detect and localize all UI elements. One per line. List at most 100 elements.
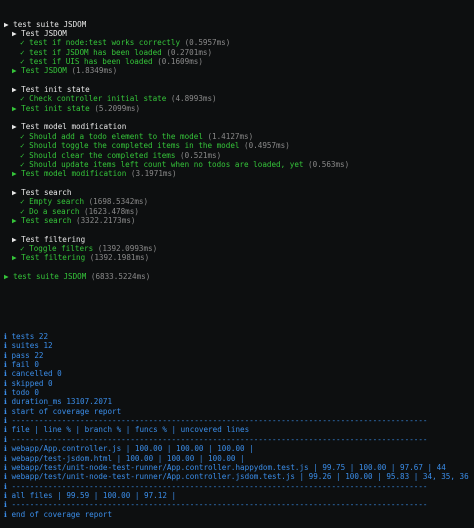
check-icon: ✓ xyxy=(20,141,25,151)
triangle-icon: ▶ xyxy=(12,29,17,39)
duration: (0.4957ms) xyxy=(244,141,290,151)
triangle-icon: ▶ xyxy=(4,19,9,29)
duration: (3.1971ms) xyxy=(130,169,177,179)
check-icon: ✓ xyxy=(20,206,25,216)
duration: (3322.2173ms) xyxy=(76,215,136,225)
suite-line: ▶ Test JSDOM (1.8349ms) xyxy=(4,66,474,75)
test-pass-line: ✓ Check controller initial state (4.8993… xyxy=(4,94,474,103)
test-name: Test search xyxy=(21,187,72,197)
duration: (6833.5224ms) xyxy=(90,271,151,281)
triangle-icon: ▶ xyxy=(12,253,17,263)
summary-line: ℹ webapp/test/unit-node-test-runner/App.… xyxy=(4,472,469,482)
test-name: Do a search xyxy=(29,206,80,216)
test-name: test if JSDOM has been loaded xyxy=(29,47,162,57)
triangle-icon: ▶ xyxy=(12,85,17,95)
duration: (0.563ms) xyxy=(308,159,350,169)
triangle-icon: ▶ xyxy=(4,271,9,281)
check-icon: ✓ xyxy=(20,197,25,207)
test-pass-line: ✓ Should clear the completed items (0.52… xyxy=(4,151,474,160)
suite-line: ▶ Test model modification (3.1971ms) xyxy=(4,169,474,178)
test-name: Should add a todo element to the model xyxy=(29,131,203,141)
duration: (0.5957ms) xyxy=(184,38,231,48)
duration: (1.8349ms) xyxy=(71,66,118,76)
summary-line: ℹ webapp/App.controller.js | 100.00 | 10… xyxy=(4,444,254,454)
check-icon: ✓ xyxy=(20,47,25,57)
summary-line: ℹ suites 12 xyxy=(4,341,53,351)
duration: (0.2701ms) xyxy=(166,47,213,57)
test-name: Test model modification xyxy=(21,169,127,179)
test-pass-line: ✓ Do a search (1623.478ms) xyxy=(4,207,474,216)
triangle-icon: ▶ xyxy=(12,122,17,132)
test-output: ▶ test suite JSDOM ▶ Test JSDOM ✓ test if … xyxy=(4,20,474,291)
test-name: Test JSDOM xyxy=(21,29,67,39)
test-pass-line: ✓ Empty search (1698.5342ms) xyxy=(4,197,474,206)
suite-line: ▶ Test init state xyxy=(4,85,474,94)
duration: (1623.478ms) xyxy=(84,206,139,216)
test-name: test if node:test works correctly xyxy=(29,38,181,48)
suite-line: ▶ Test filtering (1392.1981ms) xyxy=(4,253,474,262)
summary-line: ℹ --------------------------------------… xyxy=(4,416,428,426)
test-name: Test init state xyxy=(21,103,90,113)
summary-line: ℹ cancelled 0 xyxy=(4,369,62,379)
suite-line: ▶ test suite JSDOM (6833.5224ms) xyxy=(4,272,474,281)
test-name: Test JSDOM xyxy=(21,66,67,76)
summary-line: ℹ --------------------------------------… xyxy=(4,481,428,491)
suite-line: ▶ test suite JSDOM xyxy=(4,20,474,29)
test-name: Test init state xyxy=(21,85,90,95)
triangle-icon: ▶ xyxy=(12,169,17,179)
summary-line: ℹ skipped 0 xyxy=(4,378,53,388)
summary-line: ℹ webapp/test/unit-node-test-runner/App.… xyxy=(4,462,446,472)
suite-line: ▶ Test JSDOM xyxy=(4,29,474,38)
terminal-output: ▶ test suite JSDOM ▶ Test JSDOM ✓ test if … xyxy=(0,0,474,528)
summary-line: ℹ tests 22 xyxy=(4,332,49,342)
test-name: Should update items left count when no t… xyxy=(29,159,304,169)
test-pass-line: ✓ test if JSDOM has been loaded (0.2701m… xyxy=(4,48,474,57)
test-name: Check controller initial state xyxy=(29,94,167,104)
test-pass-line: ✓ Should toggle the completed items in t… xyxy=(4,141,474,150)
test-name: test suite JSDOM xyxy=(13,19,87,29)
summary-line: ℹ duration_ms 13107.2071 xyxy=(4,397,113,407)
test-name: test if UIS has been loaded xyxy=(29,57,153,67)
summary-line: ℹ file | line % | branch % | funcs % | u… xyxy=(4,425,250,435)
suite-line: ▶ Test init state (5.2099ms) xyxy=(4,104,474,113)
duration: (1392.1981ms) xyxy=(89,253,150,263)
triangle-icon: ▶ xyxy=(12,234,17,244)
test-name: Should clear the completed items xyxy=(29,150,176,160)
test-pass-line: ✓ Should update items left count when no… xyxy=(4,160,474,169)
summary-line: ℹ todo 0 xyxy=(4,388,39,398)
suite-line: ▶ Test filtering xyxy=(4,235,474,244)
coverage-summary: ℹ tests 22 ℹ suites 12 ℹ pass 22 ℹ fail 0ℹ … xyxy=(4,332,474,519)
test-name: Test search xyxy=(21,215,72,225)
test-name: Test filtering xyxy=(21,253,86,263)
triangle-icon: ▶ xyxy=(12,66,17,76)
summary-line: ℹ all files | 99.59 | 100.00 | 97.12 | xyxy=(4,490,177,500)
duration: (1392.0993ms) xyxy=(97,243,158,253)
triangle-icon: ▶ xyxy=(12,187,17,197)
summary-line: ℹ --------------------------------------… xyxy=(4,500,428,510)
duration: (1.4127ms) xyxy=(207,131,254,141)
test-pass-line: ✓ Should add a todo element to the model… xyxy=(4,132,474,141)
check-icon: ✓ xyxy=(20,150,25,160)
duration: (0.521ms) xyxy=(180,150,222,160)
check-icon: ✓ xyxy=(20,159,25,169)
duration: (1698.5342ms) xyxy=(88,197,149,207)
test-name: Test model modification xyxy=(21,122,127,132)
triangle-icon: ▶ xyxy=(12,215,17,225)
check-icon: ✓ xyxy=(20,94,25,104)
suite-line: ▶ Test model modification xyxy=(4,122,474,131)
duration: (0.1609ms) xyxy=(157,57,203,67)
test-pass-line: ✓ test if node:test works correctly (0.5… xyxy=(4,38,474,47)
check-icon: ✓ xyxy=(20,57,25,67)
test-name: Test filtering xyxy=(21,234,86,244)
summary-line: ℹ --------------------------------------… xyxy=(4,434,428,444)
triangle-icon: ▶ xyxy=(12,103,17,113)
test-pass-line: ✓ Toggle filters (1392.0993ms) xyxy=(4,244,474,253)
check-icon: ✓ xyxy=(20,38,25,48)
test-name: Should toggle the completed items in the… xyxy=(29,141,240,151)
